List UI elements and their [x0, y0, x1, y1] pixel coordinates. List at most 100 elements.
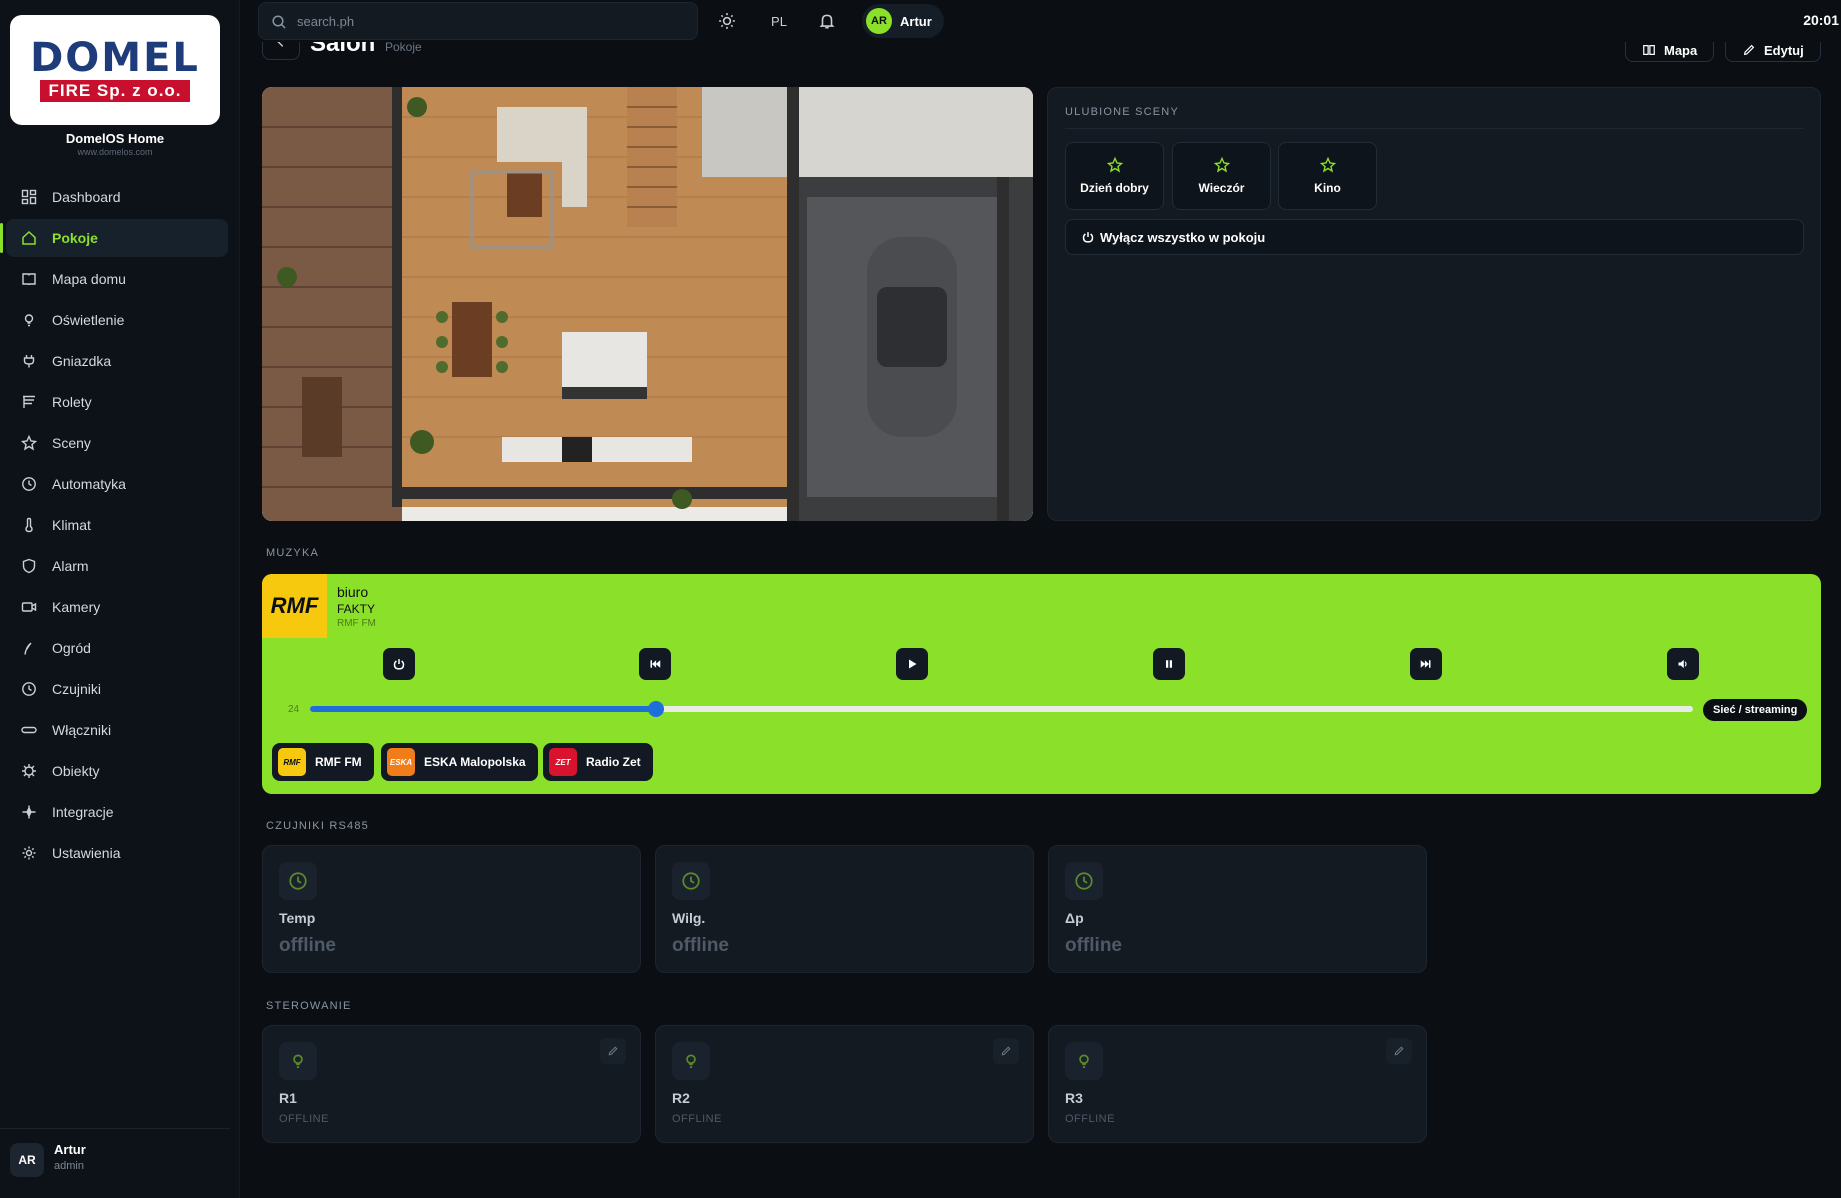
scene-label: Kino	[1314, 181, 1341, 195]
plug-icon	[18, 350, 40, 372]
scene-button-kino[interactable]: Kino	[1278, 142, 1377, 210]
player-room: biuro	[337, 584, 369, 600]
station-chip-rmf-fm[interactable]: RMF RMF FM	[272, 743, 374, 781]
sidebar-item-label: Klimat	[52, 517, 91, 533]
scene-label: Wieczór	[1198, 181, 1245, 195]
pencil-icon	[1394, 1046, 1404, 1056]
sidebar: DOMEL FIRE Sp. z o.o. DomelOS Home www.d…	[0, 0, 240, 1198]
sidebar-item-ustawienia[interactable]: Ustawienia	[6, 834, 228, 872]
company-logo: DOMEL FIRE Sp. z o.o.	[10, 15, 220, 125]
star-icon	[1319, 157, 1336, 173]
relay-name: R1	[279, 1090, 297, 1106]
sidebar-item-pokoje[interactable]: Pokoje	[0, 219, 228, 257]
station-logo-icon: RMF	[278, 748, 306, 776]
star-icon	[18, 432, 40, 454]
sidebar-item-label: Obiekty	[52, 763, 100, 779]
relay-state: OFFLINE	[279, 1113, 329, 1125]
relay-edit-button[interactable]	[1386, 1038, 1412, 1064]
scene-label: Dzień dobry	[1080, 181, 1149, 195]
back-button[interactable]	[262, 42, 300, 60]
station-name: ESKA Malopolska	[424, 755, 526, 769]
breadcrumb[interactable]: Pokoje	[385, 42, 422, 54]
sidebar-item-label: Automatyka	[52, 476, 126, 492]
map-icon	[18, 268, 40, 290]
relay-card-r1[interactable]: R1 OFFLINE	[262, 1025, 641, 1143]
user-menu-button[interactable]: AR Artur	[862, 4, 944, 38]
pause-icon	[1166, 660, 1172, 668]
sun-icon	[719, 13, 735, 29]
floor-plan-image[interactable]	[262, 87, 1033, 521]
relay-edit-button[interactable]	[600, 1038, 626, 1064]
blinds-icon	[18, 391, 40, 413]
relay-edit-button[interactable]	[993, 1038, 1019, 1064]
sensor-card-humidity[interactable]: Wilg. offline	[655, 845, 1034, 973]
skip-back-icon	[650, 660, 661, 668]
search-input[interactable]	[297, 3, 687, 39]
power-icon	[393, 659, 405, 670]
logo-main-text: DOMEL	[30, 35, 200, 81]
scene-button-dzien-dobry[interactable]: Dzień dobry	[1065, 142, 1164, 210]
theme-toggle-button[interactable]	[712, 6, 742, 36]
sidebar-item-label: Pokoje	[52, 230, 98, 246]
sidebar-item-czujniki[interactable]: Czujniki	[6, 670, 228, 708]
player-power-button[interactable]	[383, 648, 415, 680]
sidebar-item-wlaczniki[interactable]: Włączniki	[6, 711, 228, 749]
station-chip-radio-zet[interactable]: ZET Radio Zet	[543, 743, 653, 781]
pencil-icon	[1743, 44, 1755, 56]
skip-forward-icon	[1420, 660, 1431, 668]
edit-button[interactable]: Edytuj	[1725, 42, 1821, 62]
sensor-card-pressure[interactable]: Δp offline	[1048, 845, 1427, 973]
next-track-button[interactable]	[1410, 648, 1442, 680]
language-button[interactable]: PL	[760, 6, 798, 36]
sidebar-item-klimat[interactable]: Klimat	[6, 506, 228, 544]
notifications-button[interactable]	[812, 6, 842, 36]
sidebar-item-label: Ogród	[52, 640, 91, 656]
sensor-value: offline	[1065, 935, 1122, 956]
volume-thumb[interactable]	[647, 701, 664, 717]
sidebar-user[interactable]: AR Artur admin	[0, 1128, 230, 1198]
previous-track-button[interactable]	[639, 648, 671, 680]
sidebar-item-label: Sceny	[52, 435, 91, 451]
sidebar-item-alarm[interactable]: Alarm	[6, 547, 228, 585]
clock: 20:01	[1803, 12, 1839, 28]
all-off-button[interactable]: Wyłącz wszystko w pokoju	[1065, 219, 1804, 255]
sidebar-item-automatyka[interactable]: Automatyka	[6, 465, 228, 503]
sidebar-item-label: Włączniki	[52, 722, 112, 738]
volume-button[interactable]	[1667, 648, 1699, 680]
sidebar-item-gniazdka[interactable]: Gniazdka	[6, 342, 228, 380]
map-button-label: Mapa	[1664, 42, 1698, 58]
sidebar-item-label: Mapa domu	[52, 271, 126, 287]
avatar: AR	[866, 8, 892, 34]
source-mode-button[interactable]: Sieć / streaming	[1703, 699, 1808, 721]
sidebar-item-dashboard[interactable]: Dashboard	[6, 178, 228, 216]
section-label-music: MUZYKA	[266, 547, 320, 559]
scene-button-wieczor[interactable]: Wieczór	[1172, 142, 1271, 210]
station-chip-eska-malopolska[interactable]: ESKA ESKA Malopolska	[381, 743, 538, 781]
pause-button[interactable]	[1153, 648, 1185, 680]
sidebar-item-kamery[interactable]: Kamery	[6, 588, 228, 626]
sidebar-item-sceny[interactable]: Sceny	[6, 424, 228, 462]
sidebar-item-rolety[interactable]: Rolety	[6, 383, 228, 421]
play-button[interactable]	[896, 648, 928, 680]
sidebar-item-integracje[interactable]: Integracje	[6, 793, 228, 831]
volume-value: 24	[288, 704, 300, 715]
relay-card-r2[interactable]: R2 OFFLINE	[655, 1025, 1034, 1143]
logo-sub-text: FIRE Sp. z o.o.	[40, 80, 190, 102]
topbar: PL AR Artur 20:01	[240, 0, 1841, 42]
sidebar-item-label: Czujniki	[52, 681, 102, 697]
volume-slider[interactable]	[310, 701, 1693, 717]
play-icon	[909, 659, 917, 669]
edit-button-label: Edytuj	[1764, 42, 1804, 58]
station-logo-icon: ZET	[549, 748, 577, 776]
map-button[interactable]: Mapa	[1625, 42, 1715, 62]
relay-card-r3[interactable]: R3 OFFLINE	[1048, 1025, 1427, 1143]
sidebar-item-obiekty[interactable]: Obiekty	[6, 752, 228, 790]
station-name: RMF FM	[315, 755, 362, 769]
sidebar-item-mapa-domu[interactable]: Mapa domu	[6, 260, 228, 298]
sidebar-item-label: Kamery	[52, 599, 101, 615]
all-off-label: Wyłącz wszystko w pokoju	[1100, 229, 1266, 245]
sidebar-item-oswietlenie[interactable]: Oświetlenie	[6, 301, 228, 339]
sidebar-user-name: Artur	[54, 1142, 86, 1157]
sidebar-item-ogrod[interactable]: Ogród	[6, 629, 228, 667]
sensor-card-temp[interactable]: Temp offline	[262, 845, 641, 973]
